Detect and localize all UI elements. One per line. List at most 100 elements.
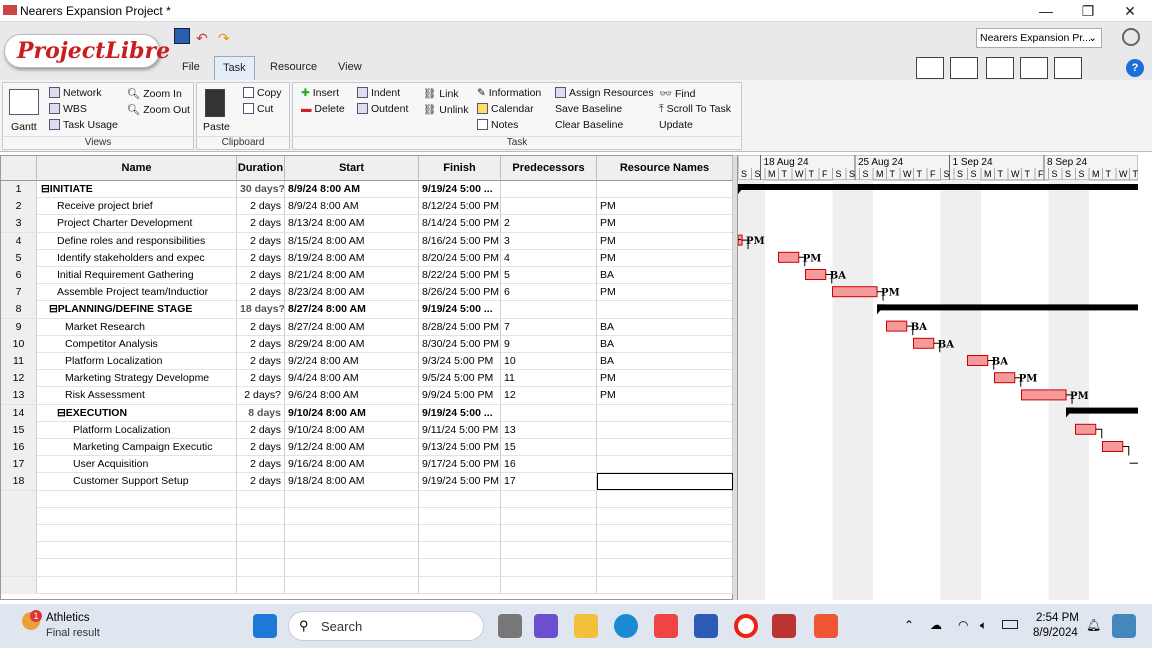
cell-pred[interactable] [501, 181, 597, 198]
cell-start[interactable]: 8/29/24 8:00 AM [285, 335, 419, 353]
cell-duration[interactable]: 2 days [237, 215, 285, 233]
volume-icon[interactable]: 🔈︎ [980, 618, 987, 633]
cell-id[interactable]: 14 [1, 404, 37, 422]
cell-name[interactable]: Marketing Campaign Executic [37, 439, 237, 456]
cell-finish[interactable]: 9/3/24 5:00 PM [419, 353, 501, 370]
cell-finish[interactable]: 9/13/24 5:00 PM [419, 439, 501, 456]
cell-start[interactable]: 8/21/24 8:00 AM [285, 267, 419, 284]
cell-pred[interactable] [501, 507, 597, 525]
chevron-up-icon[interactable]: ⌃ [904, 618, 914, 632]
cell-pred[interactable]: 2 [501, 215, 597, 233]
teams-icon[interactable] [534, 614, 558, 638]
cell-id[interactable]: 4 [1, 232, 37, 250]
table-row[interactable]: 13 Risk Assessment 2 days? 9/6/24 8:00 AM 9/… [1, 387, 733, 405]
cell-finish[interactable]: 9/19/24 5:00 ... [419, 181, 501, 198]
table-row[interactable]: 2 Receive project brief 2 days 8/9/24 8:00 … [1, 198, 733, 216]
cell-finish[interactable]: 8/12/24 5:00 PM [419, 198, 501, 216]
cell-name[interactable] [37, 576, 237, 594]
cell-id[interactable]: 18 [1, 473, 37, 491]
cell-finish[interactable]: 9/19/24 5:00 ... [419, 301, 501, 319]
cell-res[interactable]: PM [597, 198, 733, 216]
cell-name[interactable] [37, 525, 237, 542]
grid-header-start[interactable]: Start [285, 156, 419, 181]
table-row[interactable]: 10 Competitor Analysis 2 days 8/29/24 8:00 … [1, 335, 733, 353]
globe-icon[interactable] [1122, 28, 1140, 46]
table-row[interactable]: 7 Assemble Project team/Inductior 2 days 8/… [1, 284, 733, 302]
cell-duration[interactable]: 2 days [237, 439, 285, 456]
table-row[interactable]: 6 Initial Requirement Gathering 2 days 8/21… [1, 267, 733, 285]
chart-resource-icon[interactable] [950, 57, 978, 79]
cell-finish[interactable]: 9/9/24 5:00 PM [419, 387, 501, 405]
network-button[interactable]: Network [49, 87, 102, 99]
cell-duration[interactable]: 2 days? [237, 387, 285, 405]
update-button[interactable]: Update [659, 119, 693, 131]
save-icon[interactable] [174, 28, 190, 44]
cell-res[interactable] [597, 576, 733, 594]
cell-start[interactable]: 8/9/24 8:00 AM [285, 198, 419, 216]
cell-name[interactable] [37, 507, 237, 525]
information-button[interactable]: ✎ Information [477, 87, 541, 99]
cell-name[interactable]: Market Research [37, 318, 237, 336]
cell-finish[interactable]: 9/5/24 5:00 PM [419, 370, 501, 388]
cell-res[interactable]: PM [597, 370, 733, 388]
cell-name[interactable] [37, 490, 237, 508]
cell-pred[interactable]: 9 [501, 335, 597, 353]
cell-id[interactable] [1, 525, 37, 542]
cell-res[interactable] [597, 542, 733, 560]
cell-name[interactable]: ⊟EXECUTION [37, 404, 237, 422]
table-row[interactable]: 16 Marketing Campaign Executic 2 days 9/12/… [1, 439, 733, 457]
cell-name[interactable]: Assemble Project team/Inductior [37, 284, 237, 302]
cell-id[interactable]: 6 [1, 267, 37, 284]
cell-res[interactable]: PM [597, 215, 733, 233]
cell-finish[interactable] [419, 507, 501, 525]
cell-duration[interactable]: 8 days [237, 404, 285, 422]
cell-id[interactable]: 1 [1, 181, 37, 198]
search-box[interactable]: ⚲ Search [288, 611, 484, 641]
cell-id[interactable]: 10 [1, 335, 37, 353]
copy-button[interactable]: Copy [243, 87, 282, 99]
cell-start[interactable]: 9/2/24 8:00 AM [285, 353, 419, 370]
cell-res[interactable]: BA [597, 335, 733, 353]
cell-finish[interactable] [419, 559, 501, 577]
table-row[interactable]: 11 Platform Localization 2 days 9/2/24 8:00… [1, 353, 733, 371]
table-row[interactable]: 17 User Acquisition 2 days 9/16/24 8:00 AM 9… [1, 456, 733, 474]
cell-res[interactable]: PM [597, 284, 733, 302]
delete-button[interactable]: ▬ Delete [301, 103, 345, 115]
cell-start[interactable] [285, 559, 419, 577]
cell-duration[interactable]: 2 days [237, 198, 285, 216]
cell-start[interactable]: 8/19/24 8:00 AM [285, 249, 419, 267]
cell-duration[interactable]: 2 days [237, 267, 285, 284]
table-row[interactable] [1, 542, 733, 560]
table-row[interactable]: 5 Identify stakeholders and expec 2 days 8/… [1, 249, 733, 267]
cell-duration[interactable]: 2 days [237, 249, 285, 267]
cell-finish[interactable] [419, 490, 501, 508]
cell-pred[interactable]: 10 [501, 353, 597, 370]
cell-pred[interactable] [501, 525, 597, 542]
cell-pred[interactable] [501, 490, 597, 508]
cell-start[interactable] [285, 507, 419, 525]
cell-pred[interactable]: 17 [501, 473, 597, 491]
cell-duration[interactable]: 2 days [237, 473, 285, 491]
cell-id[interactable] [1, 576, 37, 594]
cell-finish[interactable] [419, 525, 501, 542]
close-button[interactable]: ✕ [1109, 0, 1151, 22]
cell-id[interactable]: 3 [1, 215, 37, 233]
start-icon[interactable] [253, 614, 277, 638]
cell-res[interactable] [597, 473, 733, 491]
cell-start[interactable]: 8/27/24 8:00 AM [285, 301, 419, 319]
clock-time[interactable]: 2:54 PM [1036, 612, 1079, 624]
help-icon[interactable]: ? [1126, 59, 1144, 77]
table-row[interactable]: 1 ⊟INITIATE 30 days? 8/9/24 8:00 AM 9/19/24 … [1, 181, 733, 199]
cell-name[interactable]: Competitor Analysis [37, 335, 237, 353]
cell-id[interactable]: 15 [1, 421, 37, 439]
histogram-icon[interactable] [916, 57, 944, 79]
cell-finish[interactable] [419, 542, 501, 560]
tab-view[interactable]: View [330, 56, 370, 80]
cell-pred[interactable]: 7 [501, 318, 597, 336]
cell-finish[interactable]: 8/28/24 5:00 PM [419, 318, 501, 336]
cell-res[interactable]: BA [597, 318, 733, 336]
cell-res[interactable] [597, 559, 733, 577]
cell-duration[interactable] [237, 576, 285, 594]
cell-id[interactable] [1, 507, 37, 525]
cell-id[interactable]: 16 [1, 439, 37, 456]
